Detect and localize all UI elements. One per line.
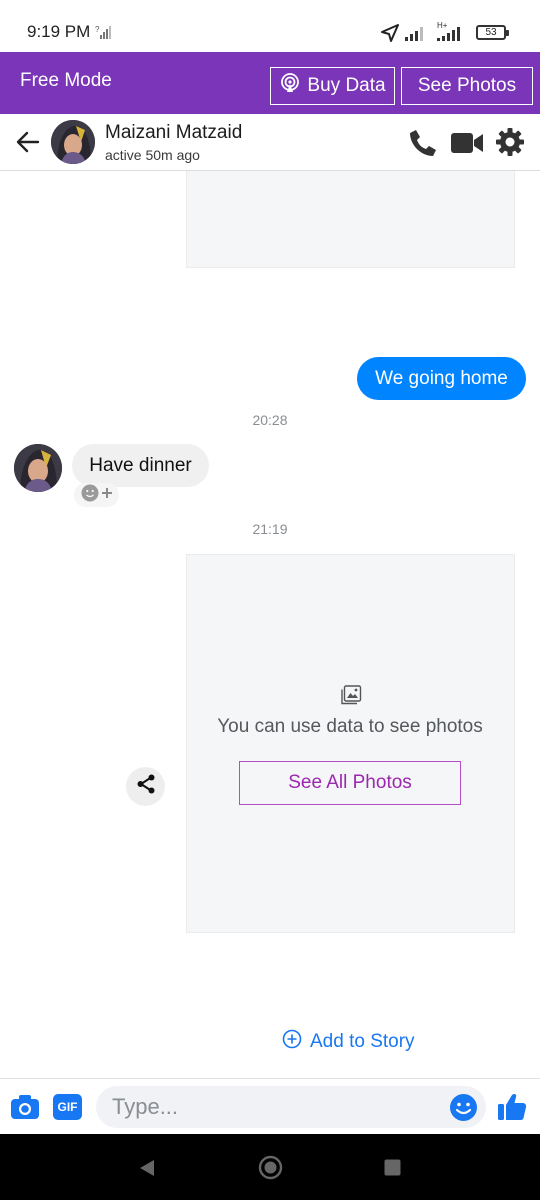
- timestamp: 21:19: [252, 521, 288, 537]
- back-arrow-icon[interactable]: [15, 129, 41, 160]
- photo-placeholder-top[interactable]: [186, 171, 515, 268]
- contact-active-status: active 50m ago: [105, 147, 200, 163]
- buy-data-button[interactable]: Buy Data: [270, 67, 395, 105]
- gif-icon[interactable]: GIF: [53, 1094, 82, 1120]
- timestamp: 20:28: [252, 412, 288, 428]
- thumbs-up-icon[interactable]: [496, 1091, 528, 1128]
- wifi-signal-icon: ?: [95, 25, 111, 45]
- chat-header: Maizani Matzaid active 50m ago: [0, 114, 540, 171]
- free-mode-bar: Free Mode Buy Data See Photos: [0, 52, 540, 114]
- sender-avatar[interactable]: [14, 444, 62, 492]
- battery-icon: 53: [476, 25, 509, 40]
- image-icon: [341, 685, 362, 710]
- back-nav-icon[interactable]: [138, 1158, 156, 1183]
- recents-nav-icon[interactable]: [384, 1159, 401, 1181]
- see-photos-label: See Photos: [417, 75, 517, 96]
- data-note-text: You can use data to see photos: [217, 716, 483, 737]
- see-photos-button[interactable]: See Photos: [401, 67, 533, 105]
- home-nav-icon[interactable]: [258, 1155, 283, 1185]
- message-bubble-outgoing[interactable]: We going home: [357, 357, 526, 400]
- message-composer: GIF: [0, 1078, 540, 1134]
- add-reaction-button[interactable]: [74, 483, 119, 507]
- message-text: Have dinner: [89, 454, 192, 476]
- smiley-icon: [81, 484, 99, 507]
- share-button[interactable]: [126, 767, 165, 806]
- emoji-icon[interactable]: [449, 1093, 478, 1127]
- free-mode-label: Free Mode: [20, 70, 112, 91]
- phone-icon[interactable]: [408, 128, 438, 163]
- see-all-photos-label: See All Photos: [288, 772, 412, 793]
- cell-signal-1-icon: [405, 26, 423, 41]
- broadcast-icon: [279, 72, 301, 100]
- battery-level: 53: [485, 27, 497, 38]
- camera-icon[interactable]: [10, 1094, 40, 1125]
- buy-data-label: Buy Data: [307, 75, 386, 96]
- add-to-story-label: Add to Story: [310, 1031, 415, 1052]
- message-bubble-incoming[interactable]: Have dinner: [72, 444, 209, 487]
- plus-circle-icon: [282, 1029, 302, 1055]
- location-arrow-icon: [380, 23, 400, 48]
- status-time: 9:19 PM: [27, 22, 91, 41]
- svg-text:?: ?: [95, 25, 100, 34]
- gif-label: GIF: [57, 1100, 78, 1114]
- contact-avatar[interactable]: [51, 120, 95, 164]
- photo-placeholder[interactable]: [186, 554, 515, 933]
- status-bar: 9:19 PM ? H+ 53: [0, 0, 540, 52]
- add-to-story-link[interactable]: Add to Story: [282, 1029, 415, 1055]
- message-input[interactable]: [96, 1086, 486, 1128]
- video-icon[interactable]: [450, 131, 484, 160]
- see-all-photos-button[interactable]: See All Photos: [239, 761, 461, 805]
- plus-icon: [101, 486, 113, 504]
- android-navigation-bar: [0, 1134, 540, 1200]
- share-icon: [135, 773, 157, 800]
- message-text: We going home: [375, 367, 508, 389]
- gear-icon[interactable]: [495, 127, 525, 162]
- contact-name[interactable]: Maizani Matzaid: [105, 122, 242, 144]
- cell-signal-2-icon: [437, 26, 460, 41]
